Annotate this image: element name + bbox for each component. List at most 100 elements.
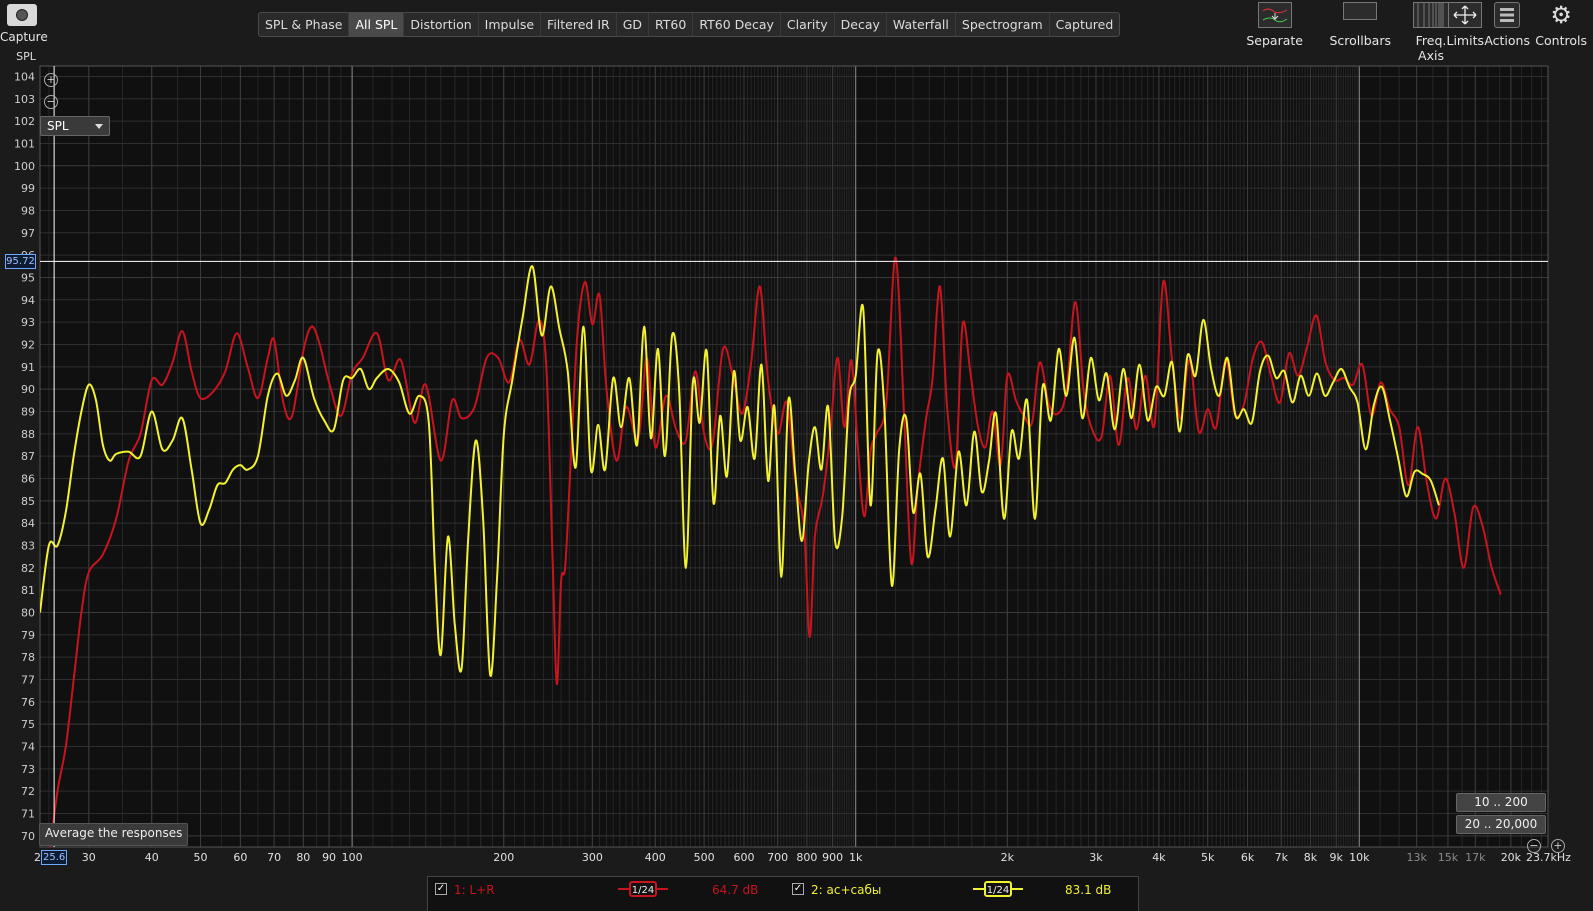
x-tick-label: 1k — [849, 851, 863, 864]
actions-icon — [1494, 2, 1521, 28]
series-2-smoothing[interactable]: 1/24 — [973, 881, 1023, 897]
x-tick-label: 13k — [1406, 851, 1427, 864]
series-1-smoothing[interactable]: 1/24 — [618, 881, 668, 897]
y-tick-label: 83 — [21, 539, 35, 552]
spl-dropdown[interactable]: SPL — [40, 116, 110, 136]
cursor-freq-readout: 25.6 — [41, 850, 68, 865]
series-1-smoothing-label: 1/24 — [632, 885, 654, 896]
y-tick-label: 89 — [21, 405, 35, 418]
y-tick-label: 85 — [21, 495, 35, 508]
tab-spectrogram[interactable]: Spectrogram — [956, 13, 1050, 36]
chevron-down-icon — [95, 124, 103, 129]
x-tick-label: 7k — [1275, 851, 1289, 864]
y-tick-label: 93 — [21, 316, 35, 329]
y-tick-label: 82 — [21, 562, 35, 575]
spl-graph[interactable]: 2430405060708090100200300400500600700800… — [0, 50, 1593, 880]
y-tick-label: 102 — [14, 115, 35, 128]
y-tick-label: 75 — [21, 718, 35, 731]
x-tick-label: 300 — [582, 851, 603, 864]
tab-rt60[interactable]: RT60 — [649, 13, 694, 36]
tab-decay[interactable]: Decay — [835, 13, 887, 36]
limits-button[interactable]: Limits — [1446, 2, 1485, 48]
tab-distortion[interactable]: Distortion — [404, 13, 479, 36]
separate-label: Separate — [1246, 33, 1303, 48]
x-tick-label: 200 — [493, 851, 514, 864]
limits-icon — [1448, 2, 1483, 28]
y-tick-label: 77 — [21, 673, 35, 686]
series-1-name: 1: L+R — [454, 883, 495, 897]
zoom-out-x-icon[interactable]: − — [1527, 839, 1541, 853]
tab-waterfall[interactable]: Waterfall — [887, 13, 956, 36]
y-tick-label: 70 — [21, 830, 35, 843]
y-tick-label: 87 — [21, 450, 35, 463]
y-tick-label: 97 — [21, 227, 35, 240]
y-tick-label: 74 — [21, 740, 35, 753]
tab-gd[interactable]: GD — [617, 13, 650, 36]
y-tick-label: 94 — [21, 294, 35, 307]
scrollbars-label: Scrollbars — [1329, 33, 1391, 48]
range-20-20000-button[interactable]: 20 .. 20,000 — [1456, 815, 1546, 834]
actions-label: Actions — [1484, 33, 1530, 48]
capture-button[interactable]: Capture — [0, 2, 48, 44]
x-tick-label: 70 — [267, 851, 281, 864]
y-tick-label: 86 — [21, 472, 35, 485]
y-tick-label: 104 — [14, 70, 35, 83]
x-tick-label: 30 — [82, 851, 96, 864]
spl-dropdown-value: SPL — [47, 119, 69, 133]
x-tick-label: 10k — [1349, 851, 1370, 864]
zoom-in-icon[interactable]: + — [44, 73, 58, 87]
tab-filtered-ir[interactable]: Filtered IR — [541, 13, 617, 36]
series-2-checkbox[interactable]: ✓ — [792, 883, 804, 895]
actions-button[interactable]: Actions — [1484, 2, 1530, 48]
tab-spl-phase[interactable]: SPL & Phase — [259, 13, 350, 36]
spl-chart: 2430405060708090100200300400500600700800… — [14, 50, 1571, 864]
range-10-200-button[interactable]: 10 .. 200 — [1456, 793, 1546, 812]
tab-captured[interactable]: Captured — [1050, 13, 1120, 36]
gear-icon: ⚙ — [1550, 1, 1572, 29]
y-tick-label: 73 — [21, 763, 35, 776]
tab-impulse[interactable]: Impulse — [479, 13, 542, 36]
tab-clarity[interactable]: Clarity — [781, 13, 835, 36]
y-axis-title: SPL — [16, 50, 37, 63]
x-tick-label: 2k — [1001, 851, 1015, 864]
zoom-in-x-icon[interactable]: + — [1551, 839, 1565, 853]
y-tick-label: 92 — [21, 338, 35, 351]
cursor-spl-readout: 95.72 — [5, 254, 36, 270]
x-tick-label: 20k — [1501, 851, 1522, 864]
graph-tabs: SPL & Phase All SPL Distortion Impulse Filte… — [258, 12, 1121, 37]
y-tick-label: 91 — [21, 361, 35, 374]
series-2-name: 2: ас+сабы — [811, 883, 882, 897]
x-tick-label: 9k — [1330, 851, 1344, 864]
x-tick-label: 100 — [342, 851, 363, 864]
capture-label: Capture — [0, 30, 48, 44]
scrollbars-button[interactable]: Scrollbars — [1329, 2, 1391, 48]
y-tick-label: 71 — [21, 807, 35, 820]
separate-button[interactable]: Separate — [1246, 2, 1303, 48]
y-tick-label: 90 — [21, 383, 35, 396]
x-tick-label: 6k — [1241, 851, 1255, 864]
series-2-level: 83.1 dB — [1065, 883, 1112, 897]
x-tick-label: 900 — [822, 851, 843, 864]
y-tick-label: 95 — [21, 271, 35, 284]
series-1-level: 64.7 dB — [712, 883, 759, 897]
controls-button[interactable]: ⚙ Controls — [1535, 1, 1587, 48]
zoom-out-icon[interactable]: − — [44, 95, 58, 109]
camera-icon — [7, 4, 37, 26]
tab-all-spl[interactable]: All SPL — [349, 13, 405, 36]
x-tick-label: 5k — [1201, 851, 1215, 864]
limits-label: Limits — [1446, 33, 1485, 48]
x-tick-label: 600 — [733, 851, 754, 864]
x-tick-label: 4k — [1152, 851, 1166, 864]
x-tick-label: 800 — [796, 851, 817, 864]
y-tick-label: 80 — [21, 606, 35, 619]
y-tick-label: 81 — [21, 584, 35, 597]
y-tick-label: 79 — [21, 629, 35, 642]
average-responses-button[interactable]: Average the responses — [39, 823, 189, 846]
tab-rt60-decay[interactable]: RT60 Decay — [693, 13, 781, 36]
x-tick-label: 40 — [145, 851, 159, 864]
controls-label: Controls — [1535, 33, 1587, 48]
series-1-checkbox[interactable]: ✓ — [435, 883, 447, 895]
x-tick-label: 17k — [1465, 851, 1486, 864]
y-tick-label: 84 — [21, 517, 35, 530]
freq-axis-icon — [1413, 2, 1449, 28]
